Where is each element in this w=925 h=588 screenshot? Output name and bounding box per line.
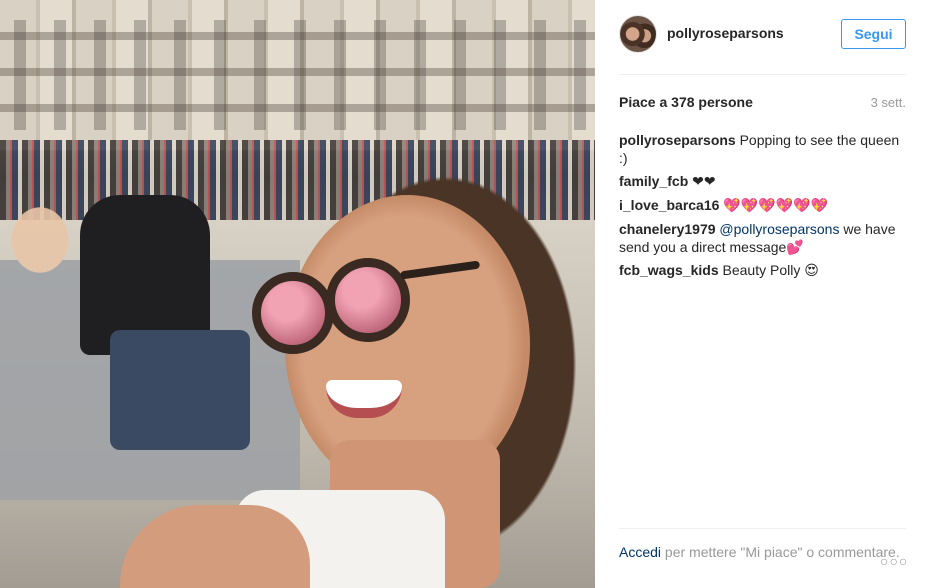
comment-username[interactable]: fcb_wags_kids (619, 262, 719, 278)
palace-windows (0, 20, 595, 130)
comment-item: family_fcb ❤❤ (619, 172, 909, 191)
comment-item: fcb_wags_kids Beauty Polly 😍 (619, 261, 909, 279)
login-prompt: Accedi per mettere "Mi piace" o commenta… (619, 543, 906, 562)
post-header: pollyroseparsons Segui (595, 0, 925, 74)
comment-username[interactable]: i_love_barca16 (619, 197, 719, 213)
post-timestamp[interactable]: 3 sett. (871, 95, 906, 110)
post-details-panel: pollyroseparsons Segui Piace a 378 perso… (595, 0, 925, 588)
post-photo[interactable] (0, 0, 595, 588)
comment-username[interactable]: family_fcb (619, 173, 688, 189)
comment-list: pollyroseparsons Popping to see the quee… (619, 131, 909, 284)
comment-text: 💖💖💖💖💖💖 (723, 198, 828, 214)
follow-button[interactable]: Segui (841, 19, 906, 49)
bystander-jeans (110, 330, 250, 450)
post-username[interactable]: pollyroseparsons (667, 25, 784, 41)
comment-mention[interactable]: @pollyroseparsons (719, 221, 839, 237)
comment-username[interactable]: pollyroseparsons (619, 132, 736, 148)
comment-username[interactable]: chanelery1979 (619, 221, 716, 237)
comment-item: chanelery1979 @pollyroseparsons we have … (619, 220, 909, 256)
comment-text: Beauty Polly 😍 (722, 262, 819, 278)
comment-item: pollyroseparsons Popping to see the quee… (619, 131, 909, 167)
comment-item: i_love_barca16 💖💖💖💖💖💖 (619, 196, 909, 215)
likes-count[interactable]: Piace a 378 persone (619, 94, 753, 110)
sunglasses-lens-right (326, 258, 410, 342)
login-prompt-text: per mettere "Mi piace" o commentare. (661, 544, 900, 560)
more-options-icon[interactable]: ○○○ (880, 553, 908, 569)
login-link[interactable]: Accedi (619, 544, 661, 560)
comment-text: ❤❤ (692, 174, 716, 190)
likes-row: Piace a 378 persone 3 sett. (619, 94, 906, 112)
footer-divider (619, 528, 906, 529)
avatar[interactable] (619, 15, 657, 53)
sunglasses-lens-left (252, 272, 334, 354)
header-divider (619, 74, 906, 75)
